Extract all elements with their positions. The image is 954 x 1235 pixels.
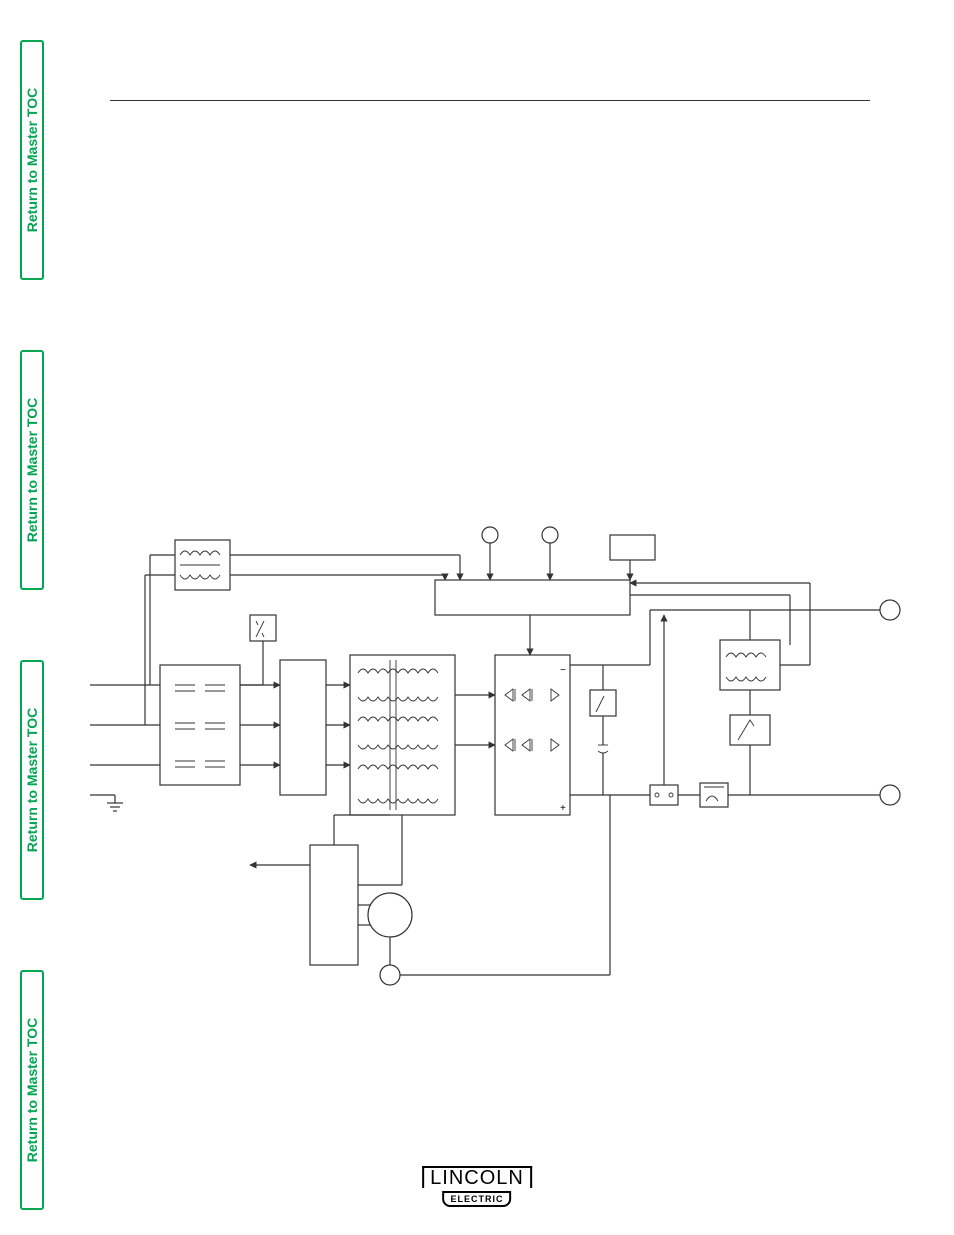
polarity-pos: +: [560, 803, 566, 814]
shunt: [650, 785, 678, 805]
toc-label: Return to Master TOC: [24, 1018, 40, 1162]
toc-label: Return to Master TOC: [24, 88, 40, 232]
output-pos-terminal: [880, 785, 900, 805]
control-board: [435, 580, 630, 615]
ct-block: [700, 783, 728, 807]
display-block: [610, 535, 655, 560]
rectifier-block: [280, 660, 326, 795]
output-neg-terminal: [880, 600, 900, 620]
driver-board: [310, 845, 358, 965]
output-bridge: − +: [495, 655, 570, 815]
logo-top: LINCOLN: [422, 1166, 532, 1188]
toc-link-2[interactable]: Return to Master TOC: [20, 350, 44, 590]
dc-snubber: [590, 690, 616, 716]
pot-2: [542, 527, 558, 543]
polarity-neg: −: [560, 665, 566, 676]
toc-link-1[interactable]: Return to Master TOC: [20, 40, 44, 280]
snubber: [250, 615, 276, 641]
output-choke: [720, 640, 780, 690]
logo-bottom: ELECTRIC: [442, 1191, 511, 1207]
pot-1: [482, 527, 498, 543]
main-transformer: [350, 655, 455, 815]
block-diagram: − +: [90, 85, 910, 1185]
brand-logo: LINCOLN ELECTRIC: [422, 1166, 532, 1207]
toc-link-4[interactable]: Return to Master TOC: [20, 970, 44, 1210]
toc-strip: Return to Master TOC Return to Master TO…: [20, 20, 50, 1210]
aux-connector: [380, 965, 400, 985]
toc-label: Return to Master TOC: [24, 708, 40, 852]
toc-link-3[interactable]: Return to Master TOC: [20, 660, 44, 900]
aux-transformer: [175, 540, 230, 590]
input-filter: [160, 665, 240, 785]
fan-motor: [368, 893, 412, 937]
input-lines: [90, 685, 160, 811]
toc-label: Return to Master TOC: [24, 398, 40, 542]
